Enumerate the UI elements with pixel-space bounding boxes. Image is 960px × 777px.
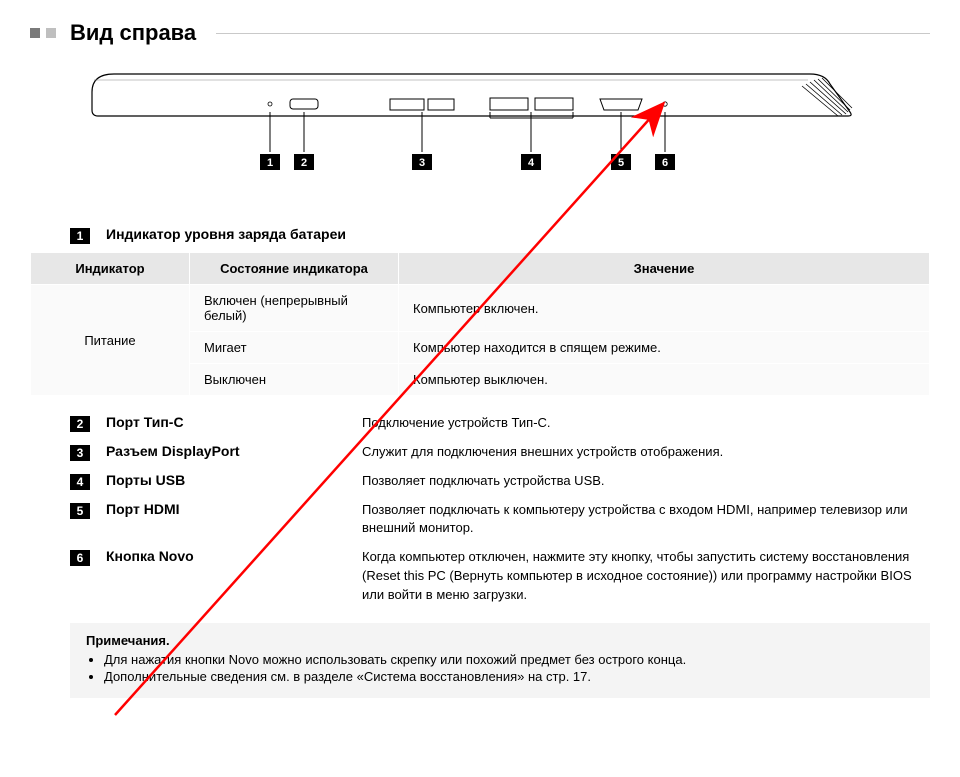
- td-rowhead: Питание: [31, 285, 190, 396]
- list-item: 6 Кнопка Novo Когда компьютер отключен, …: [70, 548, 930, 605]
- notes-title: Примечания.: [86, 633, 914, 648]
- laptop-side-diagram: 1 2 3 4 5 6: [90, 66, 870, 196]
- td-meaning: Компьютер выключен.: [399, 364, 930, 396]
- item-desc: Подключение устройств Тип-C.: [362, 414, 930, 433]
- item-desc: Служит для подключения внешних устройств…: [362, 443, 930, 462]
- item-label: Разъем DisplayPort: [106, 443, 346, 459]
- svg-text:3: 3: [419, 157, 425, 169]
- callout-number: 3: [70, 445, 90, 461]
- td-meaning: Компьютер включен.: [399, 285, 930, 332]
- heading-rule: [216, 33, 930, 34]
- notes-line: Для нажатия кнопки Novo можно использова…: [104, 652, 914, 667]
- callout-number: 6: [70, 550, 90, 566]
- indicator-table: Индикатор Состояние индикатора Значение …: [30, 252, 930, 396]
- item-label: Кнопка Novo: [106, 548, 346, 564]
- th-state: Состояние индикатора: [190, 253, 399, 285]
- svg-text:1: 1: [267, 157, 273, 169]
- item-1-label: Индикатор уровня заряда батареи: [106, 226, 346, 242]
- callout-number: 5: [70, 503, 90, 519]
- svg-text:5: 5: [618, 157, 624, 169]
- callout-number: 2: [70, 416, 90, 432]
- bullet-square-icon: [30, 28, 40, 38]
- item-label: Порт Тип-C: [106, 414, 346, 430]
- heading-text: Вид справа: [70, 20, 196, 46]
- item-desc: Позволяет подключать устройства USB.: [362, 472, 930, 491]
- svg-text:6: 6: [662, 157, 668, 169]
- svg-text:4: 4: [528, 157, 535, 169]
- item-label: Порт HDMI: [106, 501, 346, 517]
- item-desc: Когда компьютер отключен, нажмите эту кн…: [362, 548, 930, 605]
- item-desc: Позволяет подключать к компьютеру устрой…: [362, 501, 930, 539]
- notes-box: Примечания. Для нажатия кнопки Novo можн…: [70, 623, 930, 698]
- notes-line: Дополнительные сведения см. в разделе «С…: [104, 669, 914, 684]
- th-meaning: Значение: [399, 253, 930, 285]
- td-state: Мигает: [190, 332, 399, 364]
- td-meaning: Компьютер находится в спящем режиме.: [399, 332, 930, 364]
- port-list: 2 Порт Тип-C Подключение устройств Тип-C…: [70, 414, 930, 605]
- section-heading: Вид справа: [30, 20, 930, 46]
- callout-number: 1: [70, 228, 90, 244]
- list-item: 2 Порт Тип-C Подключение устройств Тип-C…: [70, 414, 930, 433]
- td-state: Включен (непрерывный белый): [190, 285, 399, 332]
- item-1-block: 1 Индикатор уровня заряда батареи: [70, 226, 930, 244]
- svg-text:2: 2: [301, 157, 307, 169]
- bullet-square-icon: [46, 28, 56, 38]
- list-item: 4 Порты USB Позволяет подключать устройс…: [70, 472, 930, 491]
- list-item: 3 Разъем DisplayPort Служит для подключе…: [70, 443, 930, 462]
- laptop-side-svg: 1 2 3 4 5 6: [90, 66, 870, 196]
- callout-number: 4: [70, 474, 90, 490]
- list-item: 5 Порт HDMI Позволяет подключать к компь…: [70, 501, 930, 539]
- item-label: Порты USB: [106, 472, 346, 488]
- td-state: Выключен: [190, 364, 399, 396]
- th-indicator: Индикатор: [31, 253, 190, 285]
